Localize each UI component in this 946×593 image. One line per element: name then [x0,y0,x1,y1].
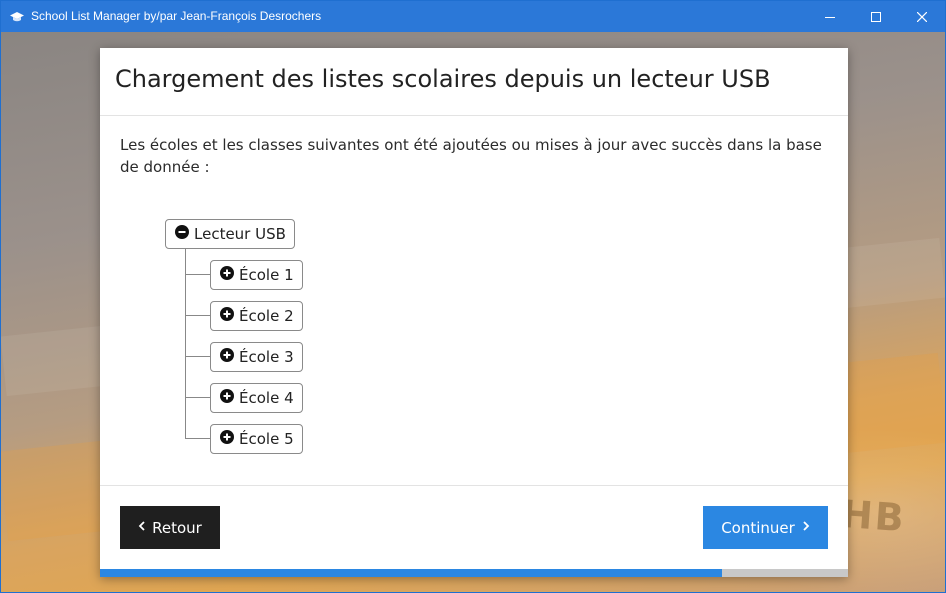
tree-node-usb-drive[interactable]: Lecteur USB [165,219,295,249]
chevron-left-icon [138,520,146,535]
background-watermark: HB [839,491,908,541]
graduation-cap-icon [10,9,24,23]
tree-node-label: École 5 [239,430,294,448]
dialog-header: Chargement des listes scolaires depuis u… [100,48,848,116]
tree-connector [185,356,210,357]
title-bar[interactable]: School List Manager by/par Jean-François… [1,1,945,32]
tree-connector [185,397,210,398]
tree-connector [185,438,210,439]
back-button[interactable]: Retour [120,506,220,549]
minus-circle-icon[interactable] [175,225,194,243]
tree-node-school-2[interactable]: École 2 [210,301,303,331]
plus-circle-icon[interactable] [220,389,239,407]
result-message: Les écoles et les classes suivantes ont … [120,136,822,176]
continue-button[interactable]: Continuer [703,506,828,549]
minimize-button[interactable] [807,1,853,32]
tree-connector [185,274,210,275]
tree-node-label: École 2 [239,307,294,325]
progress-bar-fill [100,569,723,577]
close-button[interactable] [899,1,945,32]
plus-circle-icon[interactable] [220,348,239,366]
progress-bar [100,569,848,577]
dialog-card: Chargement des listes scolaires depuis u… [100,48,848,577]
dialog-footer: Retour Continuer [100,485,848,569]
back-button-label: Retour [152,518,202,537]
maximize-button[interactable] [853,1,899,32]
tree-node-school-5[interactable]: École 5 [210,424,303,454]
tree-node-label: École 4 [239,389,294,407]
chevron-right-icon [802,520,810,535]
continue-button-label: Continuer [721,518,795,537]
window-title: School List Manager by/par Jean-François… [31,9,322,23]
tree-node-school-4[interactable]: École 4 [210,383,303,413]
maximize-icon [871,7,881,26]
tree-connector [185,315,210,316]
plus-circle-icon[interactable] [220,266,239,284]
close-icon [916,7,928,26]
plus-circle-icon[interactable] [220,430,239,448]
page-title: Chargement des listes scolaires depuis u… [115,65,771,93]
tree-node-label: École 1 [239,266,294,284]
tree-node-label: École 3 [239,348,294,366]
tree-node-label: Lecteur USB [194,225,286,243]
minimize-icon [825,7,835,26]
app-window: School List Manager by/par Jean-François… [0,0,946,593]
tree-connector [185,248,186,438]
tree-node-school-3[interactable]: École 3 [210,342,303,372]
plus-circle-icon[interactable] [220,307,239,325]
tree-node-school-1[interactable]: École 1 [210,260,303,290]
